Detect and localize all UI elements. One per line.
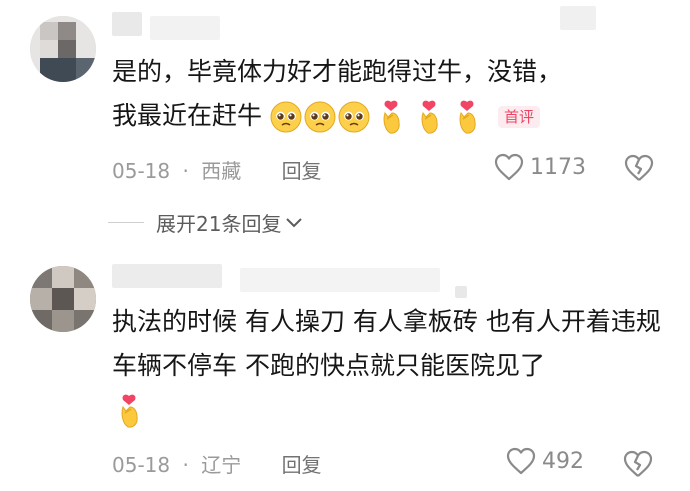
username-blurred (560, 6, 596, 30)
username-blurred[interactable] (112, 12, 142, 36)
like-count: 492 (542, 448, 584, 474)
dislike-button[interactable] (622, 450, 654, 482)
chevron-down-icon (286, 217, 303, 227)
meta-separator: · (182, 453, 189, 477)
like-count: 1173 (530, 154, 586, 180)
comment-body: 执法的时候 有人操刀 有人拿板砖 也有人开着违规车辆不停车 不跑的快点就只能医院… (112, 307, 661, 380)
meta-separator: · (182, 159, 189, 183)
username-blurred (455, 286, 467, 298)
reply-button[interactable]: 回复 (282, 155, 322, 184)
comment-item: 执法的时候 有人操刀 有人拿板砖 也有人开着违规车辆不停车 不跑的快点就只能医院… (0, 250, 690, 491)
reply-button[interactable]: 回复 (282, 449, 322, 478)
comment-date: 05-18 (112, 453, 171, 477)
pixelated-avatar-image (30, 266, 96, 332)
heart-outline-icon (506, 447, 536, 475)
heart-outline-icon (494, 153, 524, 181)
comment-location: 辽宁 (201, 453, 242, 477)
avatar[interactable] (30, 266, 96, 332)
comment-text: 执法的时候 有人操刀 有人拿板砖 也有人开着违规车辆不停车 不跑的快点就只能医院… (112, 300, 662, 432)
avatar[interactable] (30, 16, 96, 82)
comment-text: 是的，毕竟体力好才能跑得过牛，没错，我最近在赶牛 首评 (112, 50, 582, 138)
comment-date: 05-18 (112, 159, 171, 183)
username-blurred[interactable] (240, 268, 440, 292)
divider-line (108, 222, 144, 223)
dislike-button[interactable] (623, 154, 655, 186)
comment-meta: 05-18 · 辽宁 回复 (112, 449, 322, 478)
pixelated-avatar-image (30, 16, 96, 82)
comment-meta: 05-18 · 西藏 回复 (112, 155, 322, 184)
broken-heart-icon (623, 450, 653, 477)
finger-heart-emoji (121, 394, 138, 428)
like-button[interactable]: 492 (506, 447, 584, 475)
comment-location: 西藏 (201, 159, 242, 183)
username-blurred[interactable] (112, 264, 222, 288)
comment-item: 是的，毕竟体力好才能跑得过牛，没错，我最近在赶牛 首评 05-18 · 西藏 回… (0, 0, 690, 250)
finger-heart-emoji (383, 100, 400, 134)
finger-heart-emoji (421, 100, 438, 134)
pleading-face-emoji (304, 101, 336, 133)
finger-heart-emoji (459, 100, 476, 134)
username-blurred[interactable] (150, 16, 220, 40)
expand-replies-label: 展开21条回复 (156, 212, 282, 236)
expand-replies[interactable]: 展开21条回复 (108, 208, 303, 237)
first-comment-badge: 首评 (497, 106, 540, 128)
broken-heart-icon (624, 154, 654, 181)
pleading-face-emoji (338, 101, 370, 133)
pleading-face-emoji (270, 101, 302, 133)
like-button[interactable]: 1173 (494, 153, 586, 181)
